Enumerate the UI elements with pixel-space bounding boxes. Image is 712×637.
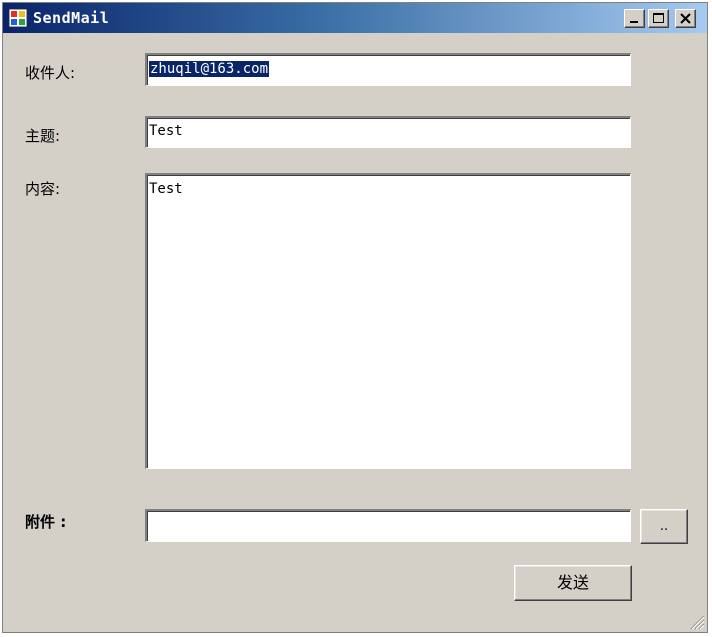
body-label: 内容: — [25, 180, 61, 198]
close-button[interactable] — [675, 9, 696, 28]
body-field[interactable] — [145, 173, 631, 469]
window-title: SendMail — [33, 9, 110, 27]
title-bar[interactable]: SendMail — [3, 3, 707, 33]
subject-value: Test — [149, 123, 183, 139]
app-icon — [9, 9, 27, 27]
browse-button[interactable]: .. — [640, 509, 688, 544]
send-button[interactable]: 发送 — [514, 565, 632, 601]
to-label: 收件人: — [25, 64, 76, 82]
to-value-selected: zhuqil@163.com — [149, 61, 270, 77]
maximize-icon — [653, 13, 664, 23]
minimize-button[interactable] — [624, 9, 645, 28]
to-text: zhuqil@163.com — [149, 60, 270, 78]
subject-field[interactable] — [145, 116, 631, 148]
body-value: Test — [149, 181, 183, 197]
subject-label: 主题: — [25, 127, 61, 145]
maximize-button[interactable] — [648, 9, 669, 28]
attachment-label: 附件 : — [25, 513, 67, 531]
minimize-icon — [630, 21, 638, 23]
sendmail-window: SendMail 收件人: zhuqil@163.com 主题: Test 内容… — [2, 2, 708, 633]
resize-grip-icon[interactable] — [687, 612, 705, 630]
attachment-field[interactable] — [145, 509, 631, 542]
close-icon — [680, 13, 691, 24]
